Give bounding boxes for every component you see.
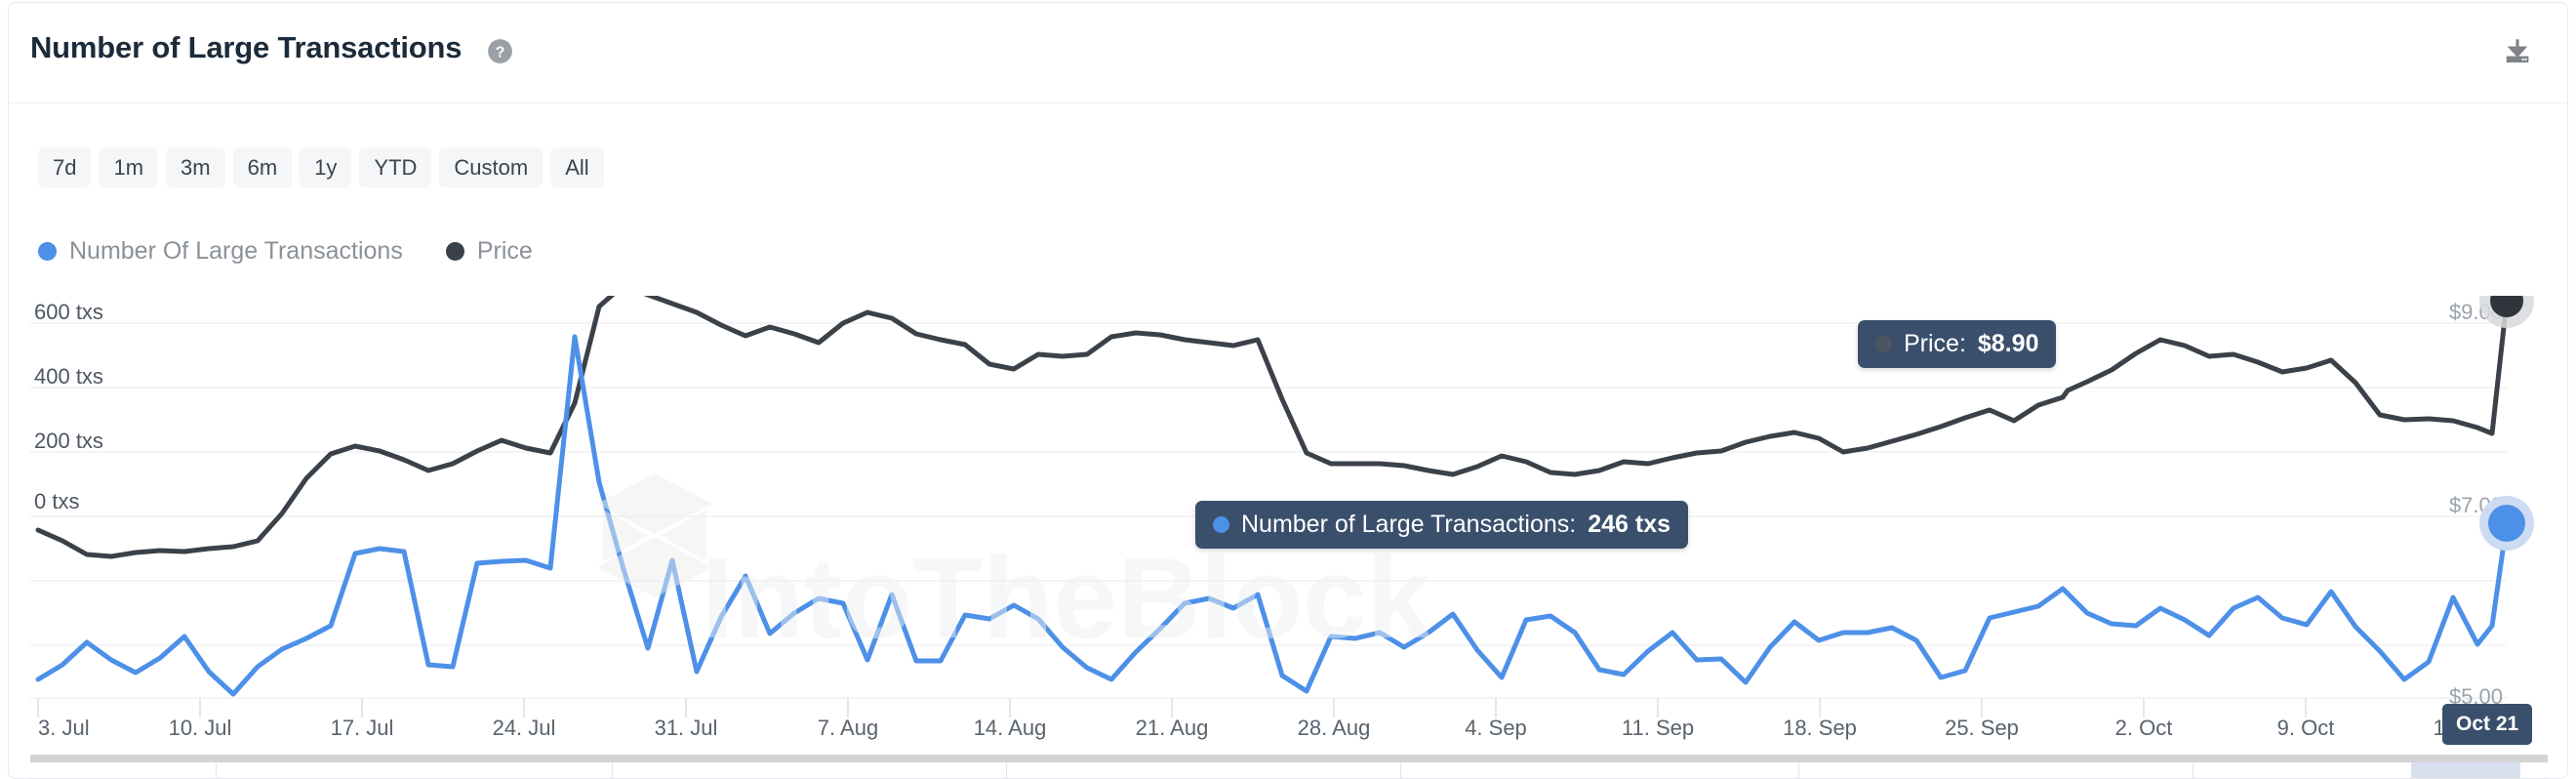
navigator-divider — [2193, 762, 2194, 778]
navigator-divider — [612, 762, 613, 778]
chart-legend: Number Of Large Transactions Price — [38, 237, 533, 266]
range-button-1y[interactable]: 1y — [300, 147, 352, 188]
download-icon[interactable] — [2501, 35, 2534, 68]
legend-dot-icon-price — [445, 242, 464, 261]
legend-item-price[interactable]: Price — [445, 237, 533, 266]
tooltip-transactions-label: Number of Large Transactions: — [1241, 511, 1577, 538]
tooltip-price-value: $8.90 — [1977, 330, 2039, 357]
chart-range-navigator[interactable] — [30, 755, 2548, 779]
legend-label-transactions: Number Of Large Transactions — [69, 237, 403, 265]
y-axis-left-tick-400: 400 txs — [34, 364, 103, 389]
tooltip-transactions-value: 246 txs — [1588, 511, 1671, 538]
x-axis-crosshair-label: Oct 21 — [2442, 704, 2533, 745]
navigator-divider — [216, 762, 217, 778]
chart-widget-root: Number of Large Transactions ? 7d 1m 3m … — [0, 0, 2576, 779]
navigator-body[interactable] — [30, 762, 2548, 779]
navigator-divider — [1006, 762, 1007, 778]
legend-label-price: Price — [476, 237, 533, 265]
card-header: Number of Large Transactions ? — [9, 3, 2567, 103]
navigator-selected-window[interactable] — [2411, 762, 2520, 778]
tooltip-dot-icon-price — [1875, 336, 1892, 352]
range-button-custom[interactable]: Custom — [439, 147, 543, 188]
navigator-divider — [1400, 762, 1401, 778]
tooltip-transactions: Number of Large Transactions: 246 txs — [1195, 501, 1689, 549]
tooltip-price-label: Price: — [1904, 330, 1966, 357]
range-button-1m[interactable]: 1m — [99, 147, 159, 188]
transactions-data-point-marker — [2479, 496, 2534, 551]
tooltip-dot-icon-transactions — [1213, 516, 1229, 533]
question-mark-circle-icon[interactable]: ? — [487, 38, 513, 64]
tooltip-price: Price: $8.90 — [1858, 320, 2057, 368]
legend-dot-icon-transactions — [38, 242, 57, 261]
chart-card: Number of Large Transactions ? 7d 1m 3m … — [8, 2, 2568, 779]
x-axis-ticks — [37, 698, 2469, 718]
range-button-7d[interactable]: 7d — [38, 147, 92, 188]
legend-item-transactions[interactable]: Number Of Large Transactions — [38, 237, 403, 266]
navigator-divider — [1798, 762, 1799, 778]
range-button-ytd[interactable]: YTD — [359, 147, 432, 188]
page-title: Number of Large Transactions — [30, 30, 463, 64]
navigator-track[interactable] — [30, 755, 2548, 762]
y-axis-left-tick-200: 200 txs — [34, 429, 103, 453]
range-button-3m[interactable]: 3m — [166, 147, 225, 188]
range-button-6m[interactable]: 6m — [232, 147, 293, 188]
y-axis-left-tick-600: 600 txs — [34, 300, 103, 324]
range-button-all[interactable]: All — [550, 147, 604, 188]
y-axis-left-tick-0: 0 txs — [34, 489, 79, 513]
svg-text:?: ? — [496, 44, 505, 61]
range-selector: 7d 1m 3m 6m 1y YTD Custom All — [38, 147, 604, 188]
chart-plot-area: IntoTheBlock 600 txs 400 txs 200 txs 0 t… — [9, 296, 2569, 745]
